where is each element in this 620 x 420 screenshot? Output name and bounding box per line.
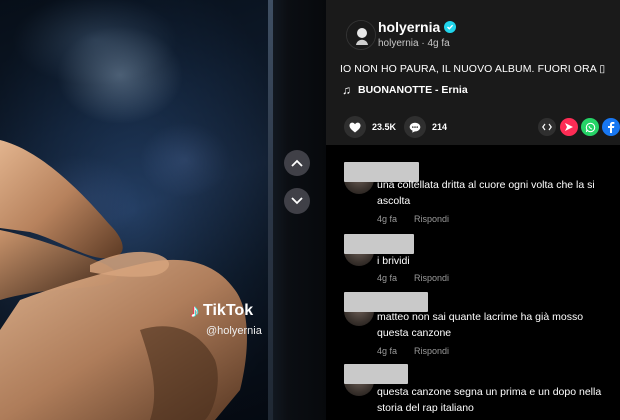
comment-time: 4g fa — [377, 214, 398, 224]
heart-icon — [344, 116, 366, 138]
comment-item: matteo non sai quante lacrime ha già mos… — [326, 290, 620, 362]
comment-item: questa canzone segna un prima e un dopo … — [326, 362, 620, 420]
avatar-image — [347, 21, 375, 49]
watermark-handle: @holyernia — [206, 325, 262, 337]
reply-button[interactable]: Rispondi — [414, 273, 449, 283]
tiktok-watermark: ♪ TikTok — [190, 302, 253, 320]
facebook-share-button[interactable] — [602, 118, 620, 136]
tiktok-watermark-text: TikTok — [203, 302, 254, 319]
whatsapp-share-button[interactable] — [581, 118, 599, 136]
comment-text: una coltellata dritta al cuore ogni volt… — [377, 179, 595, 207]
embed-button[interactable] — [538, 118, 556, 136]
chevron-up-icon — [291, 159, 303, 167]
tiktok-logo-icon: ♪ — [190, 301, 199, 321]
previous-video-button[interactable] — [284, 150, 310, 176]
comment-text: i brividi — [377, 255, 410, 267]
comment-meta: 4g fa Rispondi — [377, 214, 449, 224]
post-details-panel: holyernia holyernia · 4g fa IO NON HO PA… — [326, 0, 620, 420]
music-link[interactable]: ♫ BUONANOTTE - Ernia — [342, 83, 468, 97]
comment-count: 214 — [432, 122, 448, 132]
redacted-username — [344, 234, 414, 254]
facebook-icon — [608, 122, 615, 133]
comment-meta: 4g fa Rispondi — [377, 273, 449, 283]
post-caption: IO NON HO PAURA, IL NUOVO ALBUM. FUORI O… — [340, 63, 606, 75]
chevron-down-icon — [291, 197, 303, 205]
video-player[interactable]: ♪ TikTok @holyernia — [0, 0, 268, 420]
author-username[interactable]: holyernia — [378, 19, 440, 35]
send-icon — [565, 123, 573, 131]
comment-bubble-icon — [404, 116, 426, 138]
reply-button[interactable]: Rispondi — [414, 346, 449, 356]
author-subline: holyernia · 4g fa — [378, 38, 450, 49]
comment-button[interactable]: 214 — [404, 116, 447, 138]
post-info-header: holyernia holyernia · 4g fa IO NON HO PA… — [326, 0, 620, 145]
comment-meta: 4g fa Rispondi — [377, 346, 449, 356]
video-frame-image — [0, 0, 268, 420]
comment-time: 4g fa — [377, 273, 398, 283]
verified-badge-icon — [444, 21, 457, 33]
reply-button[interactable]: Rispondi — [414, 214, 449, 224]
comment-text: questa canzone segna un prima e un dopo … — [377, 386, 602, 414]
embed-icon — [542, 123, 552, 131]
comment-item: i brividi 4g fa Rispondi — [326, 232, 620, 292]
comment-time: 4g fa — [377, 346, 398, 356]
author-avatar[interactable] — [346, 20, 376, 50]
author-name-row: holyernia — [378, 19, 457, 35]
video-edge-divider — [268, 0, 273, 420]
whatsapp-icon — [585, 122, 595, 132]
music-title: BUONANOTTE - Ernia — [358, 84, 468, 96]
next-video-button[interactable] — [284, 188, 310, 214]
comment-item: una coltellata dritta al cuore ogni volt… — [326, 160, 620, 232]
like-button[interactable]: 23.5K — [344, 116, 396, 138]
like-count: 23.5K — [372, 122, 397, 132]
send-button[interactable] — [560, 118, 578, 136]
music-note-icon: ♫ — [342, 83, 351, 97]
redacted-username — [344, 364, 408, 384]
comment-text: matteo non sai quante lacrime ha già mos… — [377, 311, 584, 339]
